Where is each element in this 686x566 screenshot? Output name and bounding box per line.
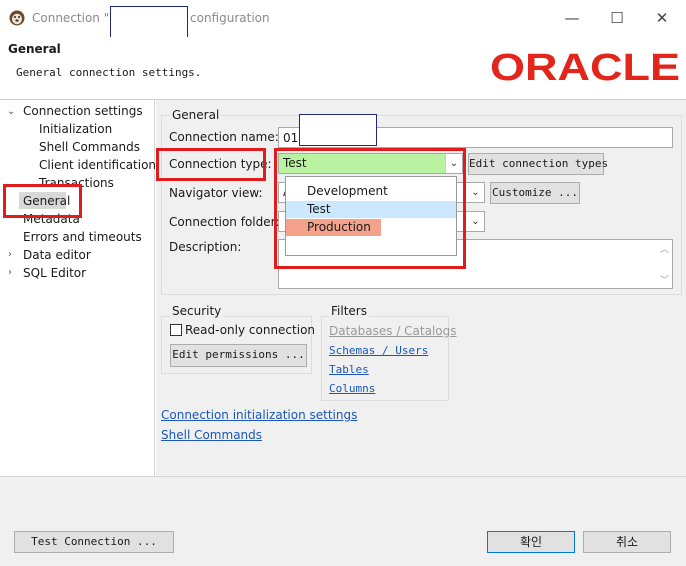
ok-button[interactable]: 확인 bbox=[487, 531, 575, 553]
chevron-down-icon[interactable]: ⌄ bbox=[467, 212, 484, 231]
close-button[interactable]: ✕ bbox=[651, 8, 673, 28]
test-connection-button[interactable]: Test Connection ... bbox=[14, 531, 174, 553]
connection-init-settings-link[interactable]: Connection initialization settings bbox=[161, 408, 357, 422]
read-only-label[interactable]: Read-only connection bbox=[185, 323, 315, 337]
tree-item-initialization[interactable]: Initialization bbox=[39, 122, 112, 136]
page-subtitle: General connection settings. bbox=[16, 66, 202, 79]
connection-folder-label: Connection folder: bbox=[169, 215, 280, 229]
filter-link-columns[interactable]: Columns bbox=[329, 382, 375, 395]
title-bar[interactable]: Connection "0 configuration — ☐ ✕ bbox=[0, 0, 686, 38]
page-title: General bbox=[8, 42, 61, 56]
oracle-logo-text: ORACLE bbox=[490, 50, 680, 84]
customize-button[interactable]: Customize ... bbox=[490, 182, 580, 204]
minimize-button[interactable]: — bbox=[561, 8, 583, 28]
tree-item-errors-and-timeouts[interactable]: Errors and timeouts bbox=[23, 230, 142, 244]
edit-permissions-button[interactable]: Edit permissions ... bbox=[170, 344, 307, 367]
dialog-footer: Test Connection ... 확인 취소 bbox=[0, 476, 686, 566]
cancel-button[interactable]: 취소 bbox=[583, 531, 671, 553]
chevron-down-icon[interactable]: ⌄ bbox=[467, 183, 484, 202]
tree-item-client-identification[interactable]: Client identification bbox=[39, 158, 156, 172]
dialog-header: General General connection settings. ORA… bbox=[0, 37, 686, 100]
tree-item-sql-editor[interactable]: SQL Editor bbox=[23, 266, 86, 280]
connection-name-label: Connection name: bbox=[169, 130, 279, 144]
annotation-box-connection-type-dropdown bbox=[274, 148, 466, 269]
chevron-down-icon[interactable]: ⌄ bbox=[7, 106, 15, 117]
chevron-right-icon[interactable]: › bbox=[8, 249, 12, 260]
filter-link-databases-catalogs: Databases / Catalogs bbox=[329, 324, 457, 338]
security-group-title: Security bbox=[170, 304, 224, 318]
tree-item-shell-commands[interactable]: Shell Commands bbox=[39, 140, 140, 154]
window-title-suffix: configuration bbox=[190, 11, 270, 25]
filters-group-title: Filters bbox=[329, 304, 369, 318]
oracle-logo: ORACLE bbox=[490, 50, 680, 84]
scroll-up-icon[interactable]: ︿ bbox=[660, 242, 669, 255]
annotation-box-connection-type-label bbox=[156, 148, 266, 181]
shell-commands-link[interactable]: Shell Commands bbox=[161, 428, 262, 442]
redaction-box bbox=[110, 6, 188, 38]
tree-item-data-editor[interactable]: Data editor bbox=[23, 248, 91, 262]
navigator-view-label: Navigator view: bbox=[169, 186, 263, 200]
read-only-checkbox[interactable] bbox=[170, 324, 182, 336]
annotation-box-general bbox=[3, 184, 82, 218]
edit-connection-types-button[interactable]: Edit connection types bbox=[468, 153, 608, 175]
tree-item-connection-settings[interactable]: Connection settings bbox=[23, 104, 143, 118]
maximize-button[interactable]: ☐ bbox=[606, 8, 628, 28]
filter-link-schemas-users[interactable]: Schemas / Users bbox=[329, 344, 428, 357]
chevron-right-icon[interactable]: › bbox=[8, 267, 12, 278]
window-title-prefix: Connection "0 bbox=[32, 11, 117, 25]
settings-tree[interactable]: ⌄ Connection settings Initialization She… bbox=[0, 100, 156, 476]
general-group-title: General bbox=[170, 108, 222, 122]
filter-link-tables[interactable]: Tables bbox=[329, 363, 369, 376]
dbeaver-app-icon bbox=[9, 10, 25, 26]
scroll-down-icon[interactable]: ﹀ bbox=[660, 273, 669, 286]
description-label: Description: bbox=[169, 240, 242, 254]
redaction-box bbox=[299, 114, 377, 146]
